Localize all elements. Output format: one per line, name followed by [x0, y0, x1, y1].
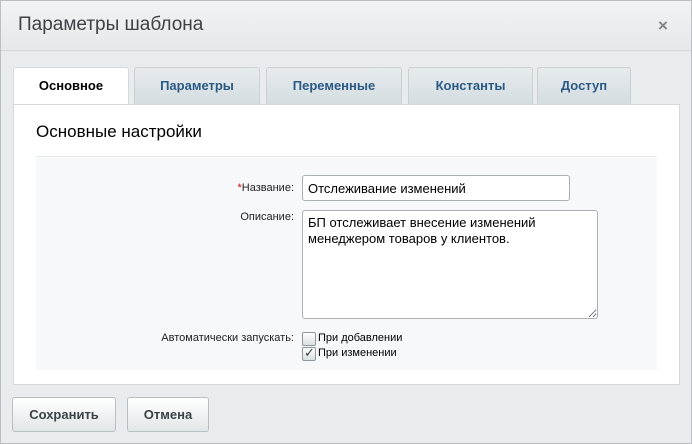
description-textarea[interactable]: БП отслеживает внесение изменений менедж… [302, 210, 598, 319]
section-body: *Название: Описание: БП отслеживает внес… [36, 158, 657, 370]
name-input[interactable] [302, 175, 570, 201]
tab-panel-main: Основные настройки *Название: Описание: … [13, 104, 680, 385]
tab-variables[interactable]: Переменные [266, 67, 402, 104]
dialog-title: Параметры шаблона [18, 14, 204, 35]
on-add-label: При добавлении [318, 332, 403, 344]
tab-constants[interactable]: Константы [408, 67, 533, 104]
tab-main[interactable]: Основное [13, 67, 129, 105]
cancel-button[interactable]: Отмена [127, 397, 209, 432]
on-change-checkbox[interactable]: ✓ [302, 345, 316, 361]
tab-access[interactable]: Доступ [537, 67, 631, 104]
dialog-titlebar[interactable]: Параметры шаблона × [1, 1, 691, 51]
section-title: Основные настройки [36, 122, 202, 141]
description-label: Описание: [240, 211, 294, 223]
template-parameters-dialog: Параметры шаблона × Основное Параметры П… [0, 0, 692, 444]
save-button[interactable]: Сохранить [12, 397, 116, 432]
on-change-label: При изменении [318, 347, 397, 359]
section-header: Основные настройки [36, 119, 657, 157]
close-icon[interactable]: × [653, 16, 673, 36]
tab-parameters[interactable]: Параметры [134, 67, 260, 104]
on-add-checkbox[interactable] [302, 332, 316, 346]
checkmark-icon: ✓ [304, 345, 315, 360]
autostart-label: Автоматически запускать: [161, 332, 294, 344]
name-label: *Название: [237, 182, 295, 194]
